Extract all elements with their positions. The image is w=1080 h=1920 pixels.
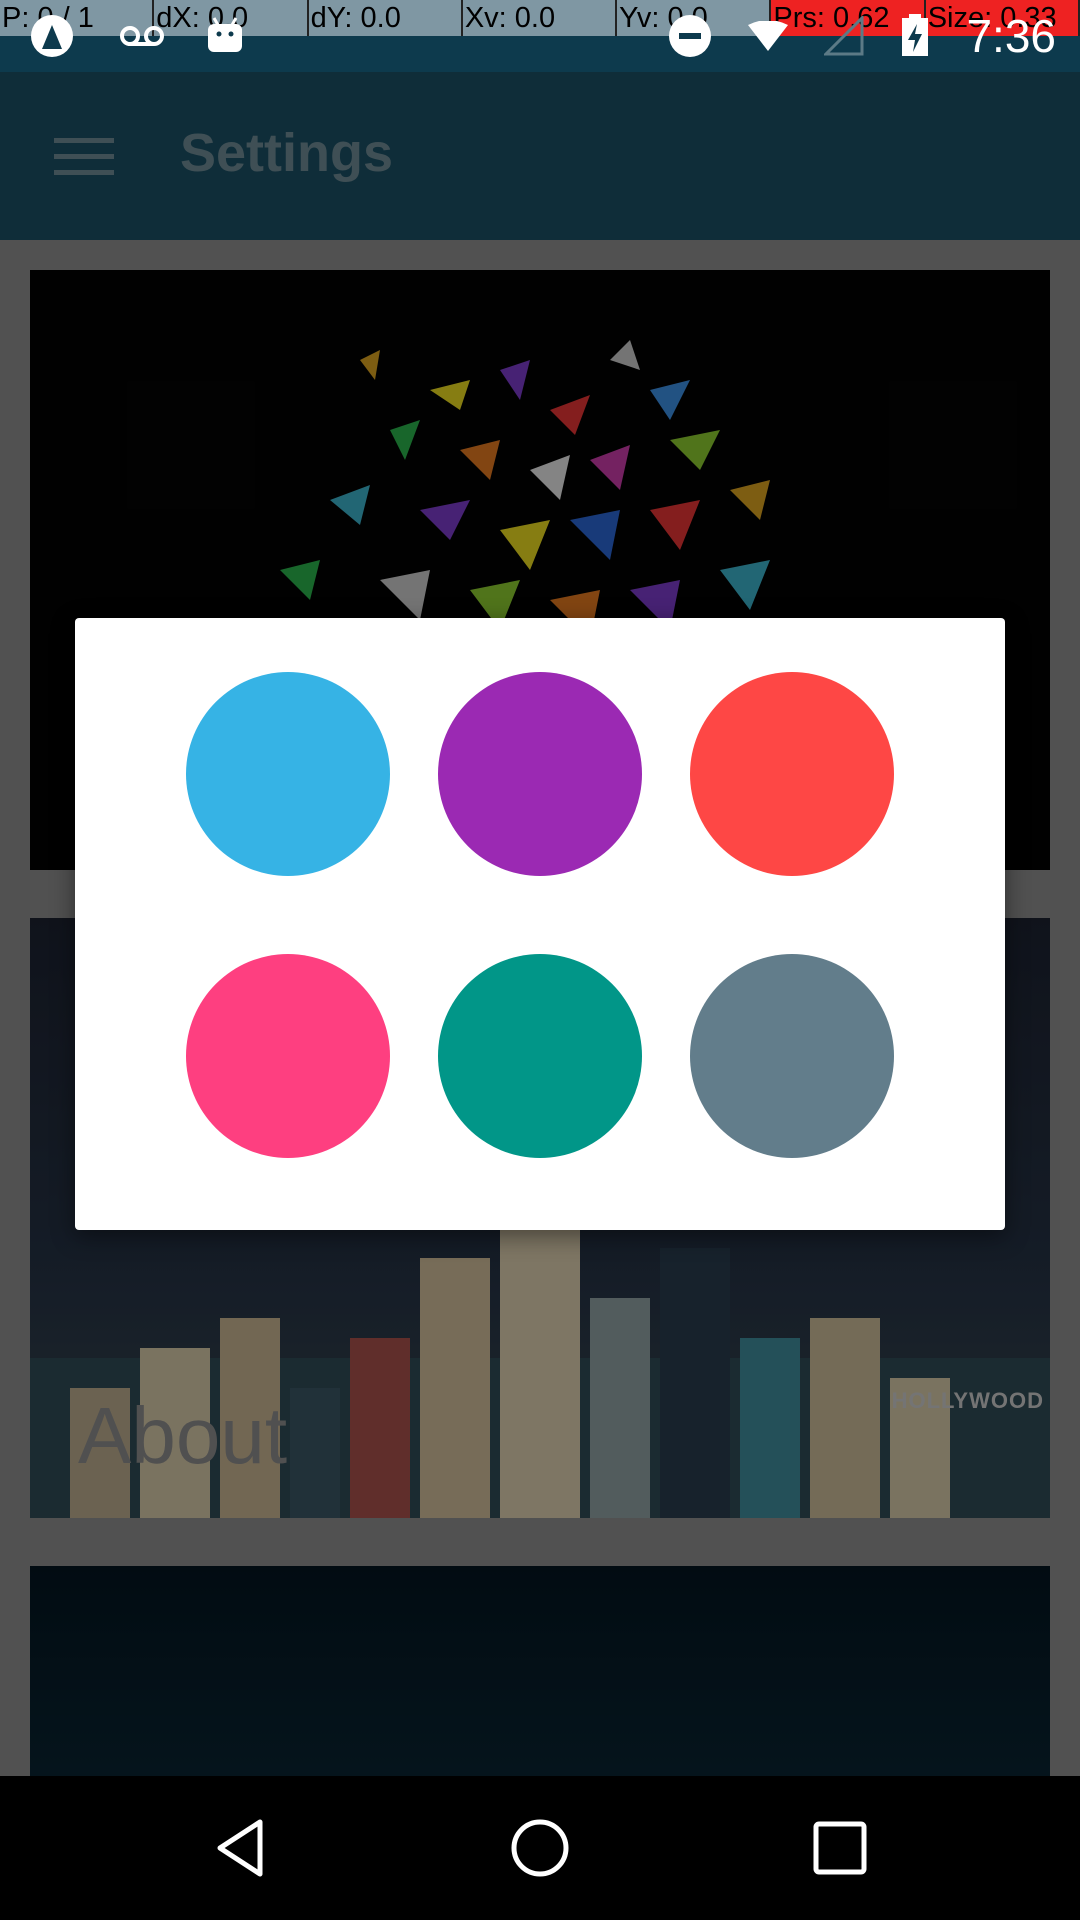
color-swatch-light-blue[interactable] — [186, 672, 390, 876]
do-not-disturb-icon — [669, 15, 712, 57]
color-swatch-red[interactable] — [690, 672, 894, 876]
android-icon — [208, 17, 242, 52]
color-swatch-blue-grey[interactable] — [690, 954, 894, 1158]
status-icons-left — [26, 0, 244, 72]
no-signal-icon — [824, 16, 864, 56]
app-notification-icon — [31, 15, 73, 57]
navigation-bar — [0, 1776, 1080, 1920]
home-icon[interactable] — [504, 1812, 576, 1884]
delta-y: dY: 0.0 — [309, 0, 463, 36]
recents-icon[interactable] — [804, 1812, 876, 1884]
color-swatch-purple[interactable] — [438, 672, 642, 876]
velocity-x: Xv: 0.0 — [463, 0, 618, 36]
voicemail-icon — [120, 26, 164, 46]
color-swatch-teal[interactable] — [438, 954, 642, 1158]
clock: 7:36 — [966, 10, 1056, 62]
battery-charging-icon — [902, 14, 929, 56]
back-icon[interactable] — [204, 1812, 276, 1884]
color-picker-dialog — [75, 618, 1005, 1230]
color-swatch-pink[interactable] — [186, 954, 390, 1158]
status-icons-right: 7:36 — [668, 0, 1056, 72]
wifi-icon — [748, 21, 789, 51]
